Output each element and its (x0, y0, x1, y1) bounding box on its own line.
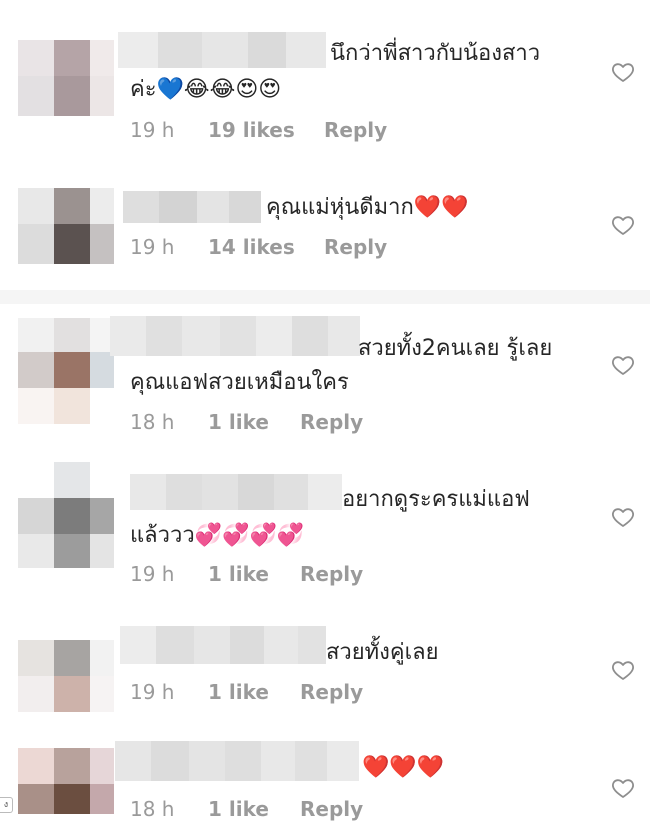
like-heart-icon[interactable] (611, 505, 635, 529)
username-blurred[interactable] (123, 191, 261, 223)
avatar-blurred[interactable] (18, 318, 114, 424)
avatar-blurred[interactable] (18, 40, 114, 116)
comment-text-line: อยากดูระครแม่แอฟ (342, 487, 530, 512)
comment-time: 19 h (130, 118, 175, 142)
comment-time: 18 h (130, 410, 175, 434)
avatar-blurred[interactable] (18, 462, 114, 568)
comment-divider (0, 290, 650, 304)
comment-text-line: สวยทั้ง2คนเลย รู้เลย (358, 336, 553, 361)
like-heart-icon[interactable] (611, 658, 635, 682)
comment-text-line: สวยทั้งคู่เลย (326, 640, 439, 665)
reply-button[interactable]: Reply (300, 680, 363, 704)
reply-button[interactable]: Reply (300, 562, 363, 586)
username-blurred[interactable] (115, 741, 359, 781)
like-heart-icon[interactable] (611, 776, 635, 800)
comment-text-line: คุณแอฟสวยเหมือนใคร (130, 370, 349, 395)
comment-likes[interactable]: 19 likes (208, 118, 295, 142)
comment-text: คุณแม่หุ่นดีมาก❤️❤️ (266, 192, 469, 224)
comment-text-line: คุณแม่หุ่นดีมาก❤️❤️ (266, 195, 469, 220)
comment-text-line: นึกว่าพี่สาวกับน้องสาว (330, 41, 541, 66)
comment-text: สวยทั้งคู่เลย (326, 637, 439, 669)
comment-time: 19 h (130, 680, 175, 704)
reply-button[interactable]: Reply (324, 235, 387, 259)
comment-text: ❤️❤️❤️ (362, 752, 444, 784)
comment-likes[interactable]: 1 like (208, 680, 269, 704)
comment-likes[interactable]: 1 like (208, 562, 269, 586)
corner-glyph: ง (0, 797, 13, 813)
comment-text-line: แล้ววว💞💞💞💞 (130, 523, 305, 548)
avatar-blurred[interactable] (18, 640, 114, 712)
reply-button[interactable]: Reply (324, 118, 387, 142)
reply-button[interactable]: Reply (300, 410, 363, 434)
avatar-blurred[interactable] (18, 188, 114, 264)
comment-time: 19 h (130, 562, 175, 586)
comment-likes[interactable]: 14 likes (208, 235, 295, 259)
comment-time: 19 h (130, 235, 175, 259)
username-blurred[interactable] (120, 626, 326, 664)
comment-text-line: ค่ะ💙😂😂😍😍 (130, 77, 282, 102)
comment-text: สวยทั้ง2คนเลย รู้เลย คุณแอฟสวยเหมือนใคร (130, 333, 552, 399)
comment-time: 18 h (130, 797, 175, 821)
comment-likes[interactable]: 1 like (208, 797, 269, 821)
comment-text-line: ❤️❤️❤️ (362, 755, 445, 780)
comment-text: อยากดูระครแม่แอฟ แล้ววว💞💞💞💞 (130, 484, 530, 552)
like-heart-icon[interactable] (611, 353, 635, 377)
like-heart-icon[interactable] (611, 213, 635, 237)
comment-likes[interactable]: 1 like (208, 410, 269, 434)
like-heart-icon[interactable] (611, 60, 635, 84)
avatar-blurred[interactable] (18, 748, 114, 814)
reply-button[interactable]: Reply (300, 797, 363, 821)
comment-text: นึกว่าพี่สาวกับน้องสาว ค่ะ💙😂😂😍😍 (130, 38, 540, 106)
